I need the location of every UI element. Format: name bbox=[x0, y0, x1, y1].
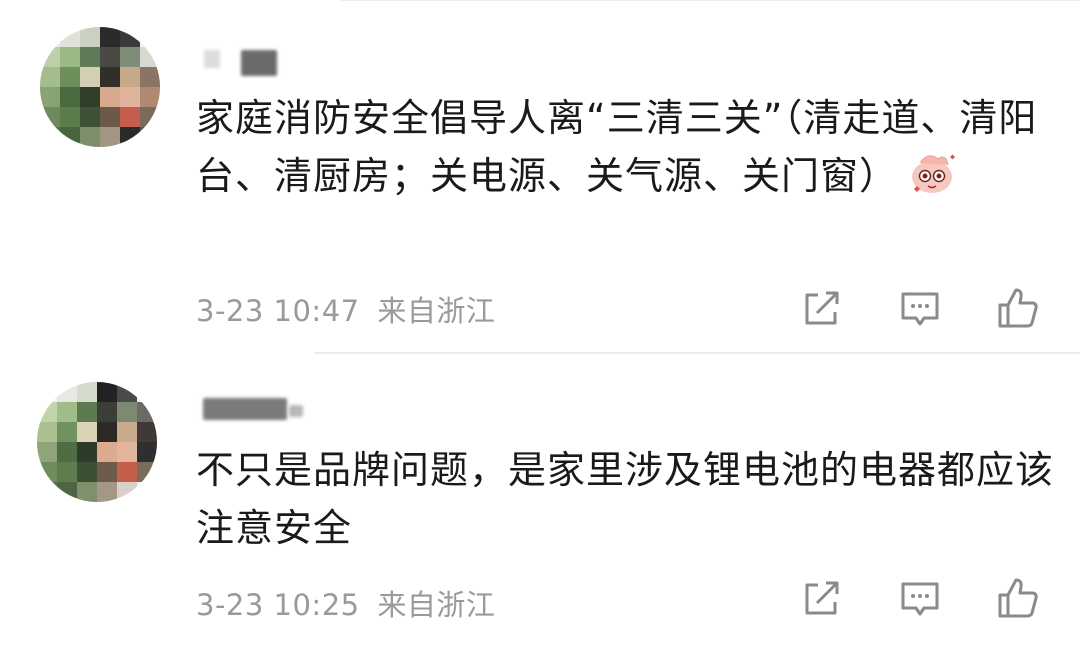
comment-meta: 3-23 10:25 来自浙江 bbox=[196, 582, 495, 624]
reply-button[interactable] bbox=[898, 576, 942, 620]
thumbs-up-icon bbox=[998, 578, 1038, 618]
thumbs-up-icon bbox=[998, 288, 1038, 328]
timestamp: 3-23 10:47 bbox=[196, 294, 360, 328]
username-blur bbox=[289, 405, 303, 417]
comment-text: 家庭消防安全倡导人离“三清三关”（清走道、清阳台、清厨房；关电源、关气源、关门窗… bbox=[196, 89, 1056, 205]
timestamp: 3-23 10:25 bbox=[196, 588, 360, 622]
comment-actions bbox=[800, 286, 1040, 330]
share-icon bbox=[805, 581, 839, 615]
avatar[interactable] bbox=[37, 382, 157, 502]
username-blur bbox=[241, 50, 277, 76]
reply-button[interactable] bbox=[898, 286, 942, 330]
username-blur bbox=[204, 50, 220, 68]
share-icon bbox=[805, 291, 839, 325]
comment-actions bbox=[800, 576, 1040, 620]
comment-body: 不只是品牌问题，是家里涉及锂电池的电器都应该注意安全 bbox=[196, 448, 1055, 550]
like-button[interactable] bbox=[996, 576, 1040, 620]
share-button[interactable] bbox=[800, 286, 844, 330]
comment-meta: 3-23 10:47 来自浙江 bbox=[196, 288, 495, 330]
location: 来自浙江 bbox=[377, 294, 496, 328]
comment-text: 不只是品牌问题，是家里涉及锂电池的电器都应该注意安全 bbox=[196, 441, 1056, 557]
avatar[interactable] bbox=[40, 27, 160, 147]
location: 来自浙江 bbox=[377, 588, 496, 622]
share-button[interactable] bbox=[800, 576, 844, 620]
comment-item: 不只是品牌问题，是家里涉及锂电池的电器都应该注意安全 3-23 10:25 来自… bbox=[0, 353, 1080, 656]
comment-item: 家庭消防安全倡导人离“三清三关”（清走道、清阳台、清厨房；关电源、关气源、关门窗… bbox=[0, 0, 1080, 352]
like-button[interactable] bbox=[996, 286, 1040, 330]
cute-face-emoji-icon bbox=[908, 149, 958, 197]
comment-icon bbox=[901, 292, 939, 326]
comment-icon bbox=[901, 582, 939, 616]
username-blur bbox=[203, 398, 287, 420]
